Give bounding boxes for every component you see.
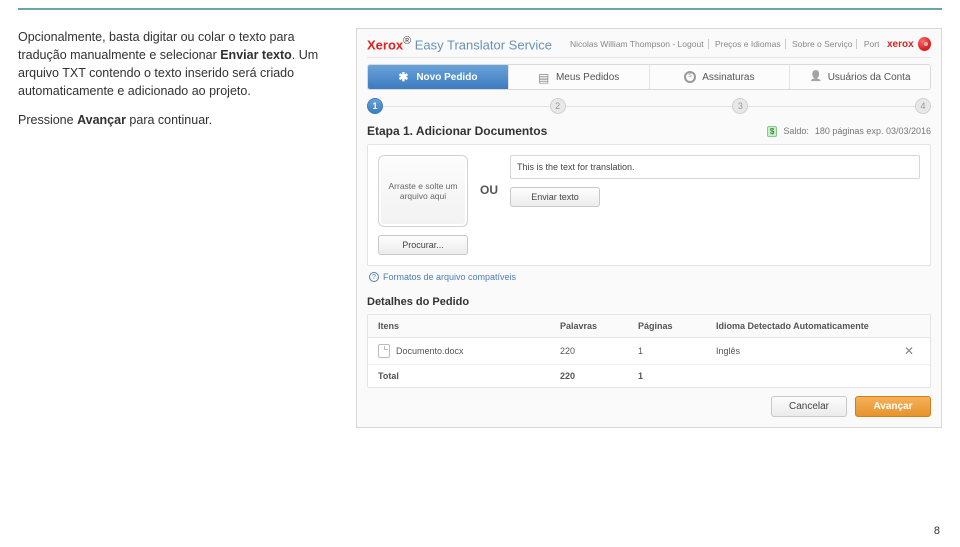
submit-text-button[interactable]: Enviar texto bbox=[510, 187, 600, 207]
translation-text-input[interactable]: This is the text for translation. bbox=[510, 155, 920, 179]
step-2: 2 bbox=[550, 98, 566, 114]
col-detected-lang: Idioma Detectado Automaticamente bbox=[716, 321, 898, 331]
star-icon bbox=[398, 71, 410, 83]
content-row: Opcionalmente, basta digitar ou colar o … bbox=[18, 28, 942, 428]
header-links: Nicolas William Thompson - Logout Preços… bbox=[560, 39, 879, 49]
upload-file-column: Arraste e solte um arquivo aqui Procurar… bbox=[378, 155, 468, 255]
emphasis: Enviar texto bbox=[220, 48, 292, 62]
brand-reg: ® bbox=[403, 35, 411, 47]
browse-button[interactable]: Procurar... bbox=[378, 235, 468, 255]
remove-row-button[interactable]: ✕ bbox=[898, 344, 920, 358]
step-3: 3 bbox=[732, 98, 748, 114]
step-4: 4 bbox=[915, 98, 931, 114]
emphasis: Avançar bbox=[77, 113, 126, 127]
instruction-paragraph-2: Pressione Avançar para continuar. bbox=[18, 111, 338, 129]
logo-ball-icon bbox=[918, 37, 931, 51]
instruction-column: Opcionalmente, basta digitar ou colar o … bbox=[18, 28, 338, 428]
table-row: Documento.docx 220 1 Inglês ✕ bbox=[368, 338, 930, 365]
header-link-lang[interactable]: Português bbox=[860, 39, 879, 49]
balance-prefix: Saldo: bbox=[783, 126, 809, 136]
cell-words: 220 bbox=[560, 346, 638, 356]
tab-account-users[interactable]: Usuários da Conta bbox=[790, 65, 930, 89]
col-pages: Páginas bbox=[638, 321, 716, 331]
or-divider: OU bbox=[480, 183, 498, 197]
tab-label: Assinaturas bbox=[702, 72, 754, 83]
help-icon: ? bbox=[369, 272, 379, 282]
balance-badge-icon: $ bbox=[767, 126, 777, 137]
next-button[interactable]: Avançar bbox=[855, 396, 931, 417]
step-title-row: Etapa 1. Adicionar Documentos $ Saldo: 1… bbox=[367, 124, 931, 138]
user-icon bbox=[810, 71, 822, 83]
brand-title: Xerox® Easy Translator Service bbox=[367, 35, 552, 52]
file-dropzone[interactable]: Arraste e solte um arquivo aqui bbox=[378, 155, 468, 227]
step-title: Etapa 1. Adicionar Documentos bbox=[367, 124, 547, 138]
step-line bbox=[566, 106, 733, 107]
doc-icon bbox=[538, 71, 550, 83]
header-link-prices[interactable]: Preços e Idiomas bbox=[711, 39, 786, 49]
app-screenshot: Xerox® Easy Translator Service Nicolas W… bbox=[356, 28, 942, 428]
app-header: Xerox® Easy Translator Service Nicolas W… bbox=[367, 35, 931, 58]
tab-subscriptions[interactable]: Assinaturas bbox=[650, 65, 791, 89]
order-table-head: Itens Palavras Páginas Idioma Detectado … bbox=[368, 315, 930, 338]
cell-pages: 1 bbox=[638, 346, 716, 356]
total-pages: 1 bbox=[638, 371, 716, 381]
tab-my-orders[interactable]: Meus Pedidos bbox=[509, 65, 650, 89]
step-line bbox=[748, 106, 915, 107]
brand-subtitle: Easy Translator Service bbox=[411, 38, 552, 53]
footer-buttons: Cancelar Avançar bbox=[367, 396, 931, 417]
brand-xerox: Xerox bbox=[367, 38, 403, 53]
balance-info: $ Saldo: 180 páginas exp. 03/03/2016 bbox=[767, 126, 931, 137]
tab-new-order[interactable]: Novo Pedido bbox=[368, 65, 509, 89]
xerox-logo: xerox bbox=[887, 35, 931, 53]
col-words: Palavras bbox=[560, 321, 638, 331]
main-tabs: Novo Pedido Meus Pedidos Assinaturas Usu… bbox=[367, 64, 931, 90]
cancel-button[interactable]: Cancelar bbox=[771, 396, 847, 417]
tab-label: Novo Pedido bbox=[416, 72, 477, 83]
tab-label: Meus Pedidos bbox=[556, 72, 619, 83]
balance-value: 180 páginas exp. 03/03/2016 bbox=[815, 126, 931, 136]
total-words: 220 bbox=[560, 371, 638, 381]
header-link-logout[interactable]: Nicolas William Thompson - Logout bbox=[566, 39, 709, 49]
order-details-heading: Detalhes do Pedido bbox=[367, 296, 931, 308]
cell-item: Documento.docx bbox=[378, 344, 560, 358]
order-table: Itens Palavras Páginas Idioma Detectado … bbox=[367, 314, 931, 388]
instruction-paragraph-1: Opcionalmente, basta digitar ou colar o … bbox=[18, 28, 338, 101]
step-line bbox=[383, 106, 550, 107]
compatible-formats-label: Formatos de arquivo compatíveis bbox=[383, 272, 516, 282]
upload-area: Arraste e solte um arquivo aqui Procurar… bbox=[367, 144, 931, 266]
step-indicator: 1 2 3 4 bbox=[367, 98, 931, 114]
total-label: Total bbox=[378, 371, 560, 381]
cell-lang: Inglês bbox=[716, 346, 898, 356]
upload-text-column: This is the text for translation. Enviar… bbox=[510, 155, 920, 207]
compatible-formats-link[interactable]: ? Formatos de arquivo compatíveis bbox=[367, 266, 931, 284]
text: Pressione bbox=[18, 113, 77, 127]
page-divider bbox=[18, 8, 942, 10]
col-items: Itens bbox=[378, 321, 560, 331]
page-number: 8 bbox=[934, 525, 940, 537]
coin-icon bbox=[684, 71, 696, 83]
logo-word: xerox bbox=[887, 39, 914, 50]
order-table-total: Total 220 1 bbox=[368, 365, 930, 387]
step-1: 1 bbox=[367, 98, 383, 114]
tab-label: Usuários da Conta bbox=[828, 72, 911, 83]
item-name: Documento.docx bbox=[396, 346, 464, 356]
text: para continuar. bbox=[126, 113, 212, 127]
document-icon bbox=[378, 344, 390, 358]
header-link-about[interactable]: Sobre o Serviço bbox=[788, 39, 857, 49]
